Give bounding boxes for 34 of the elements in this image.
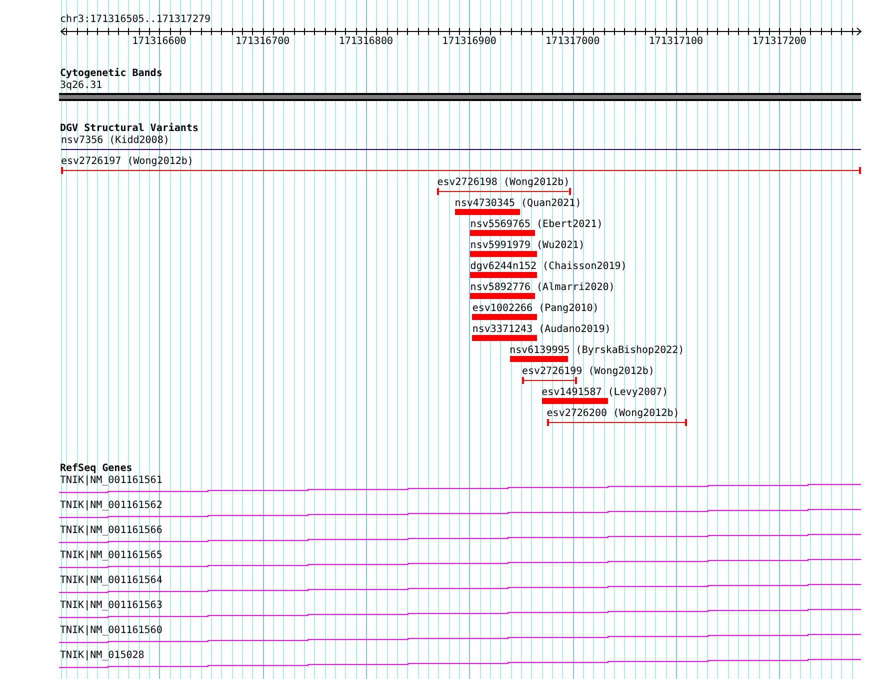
gene-label: TNIK|NM_001161563 xyxy=(60,600,162,612)
tick-label: 171317000 xyxy=(546,36,600,48)
variant-label: esv2726197 (Wong2012b) xyxy=(61,156,194,168)
variant-label: nsv5892776 (Almarri2020) xyxy=(470,282,615,294)
position-label: chr3:171316505..171317279 xyxy=(59,14,212,26)
variant-label: nsv5569765 (Ebert2021) xyxy=(470,219,603,231)
tick-label: 171316900 xyxy=(442,36,496,48)
variant-label: esv1002266 (Pang2010) xyxy=(472,303,599,315)
tick-label: 171316800 xyxy=(338,36,393,48)
variant-label: nsv3371243 (Audano2019) xyxy=(472,324,611,336)
variant-label: nsv5991979 (Wu2021) xyxy=(470,240,585,252)
variant-label: esv2726198 (Wong2012b) xyxy=(437,177,570,189)
gene-label: TNIK|NM_001161560 xyxy=(60,625,162,637)
gene-label: TNIK|NM_001161565 xyxy=(60,550,162,562)
track-title: Cytogenetic Bands xyxy=(59,68,164,80)
gene-label: TNIK|NM_001161564 xyxy=(60,575,162,587)
tick-label: 171317200 xyxy=(752,36,806,48)
tick-label: 171317100 xyxy=(648,36,704,48)
tick-label: 171316700 xyxy=(235,36,290,48)
variant-label: dgv6244n152 (Chaisson2019) xyxy=(470,261,627,273)
gene-label: TNIK|NM_001161566 xyxy=(60,525,162,537)
band-label: 3q26.31 xyxy=(59,80,104,92)
variant-label: esv2726199 (Wong2012b) xyxy=(522,366,654,378)
gene-label: TNIK|NM_001161562 xyxy=(60,500,162,512)
gene-label: TNIK|NM_001161561 xyxy=(60,475,162,487)
variant-label: esv1491587 (Levy2007) xyxy=(542,387,668,399)
variant-label: esv2726200 (Wong2012b) xyxy=(546,408,680,420)
gene-label: TNIK|NM_015028 xyxy=(60,650,144,662)
track-title: RefSeq Genes xyxy=(59,463,134,475)
variant-label: nsv4730345 (Quan2021) xyxy=(454,198,582,210)
variant-label: nsv7356 (Kidd2008) xyxy=(61,135,170,147)
tick-label: 171316600 xyxy=(132,36,186,48)
variant-label: nsv6139995 (ByrskaBishop2022) xyxy=(510,345,684,357)
track-title: DGV Structural Variants xyxy=(59,123,200,135)
